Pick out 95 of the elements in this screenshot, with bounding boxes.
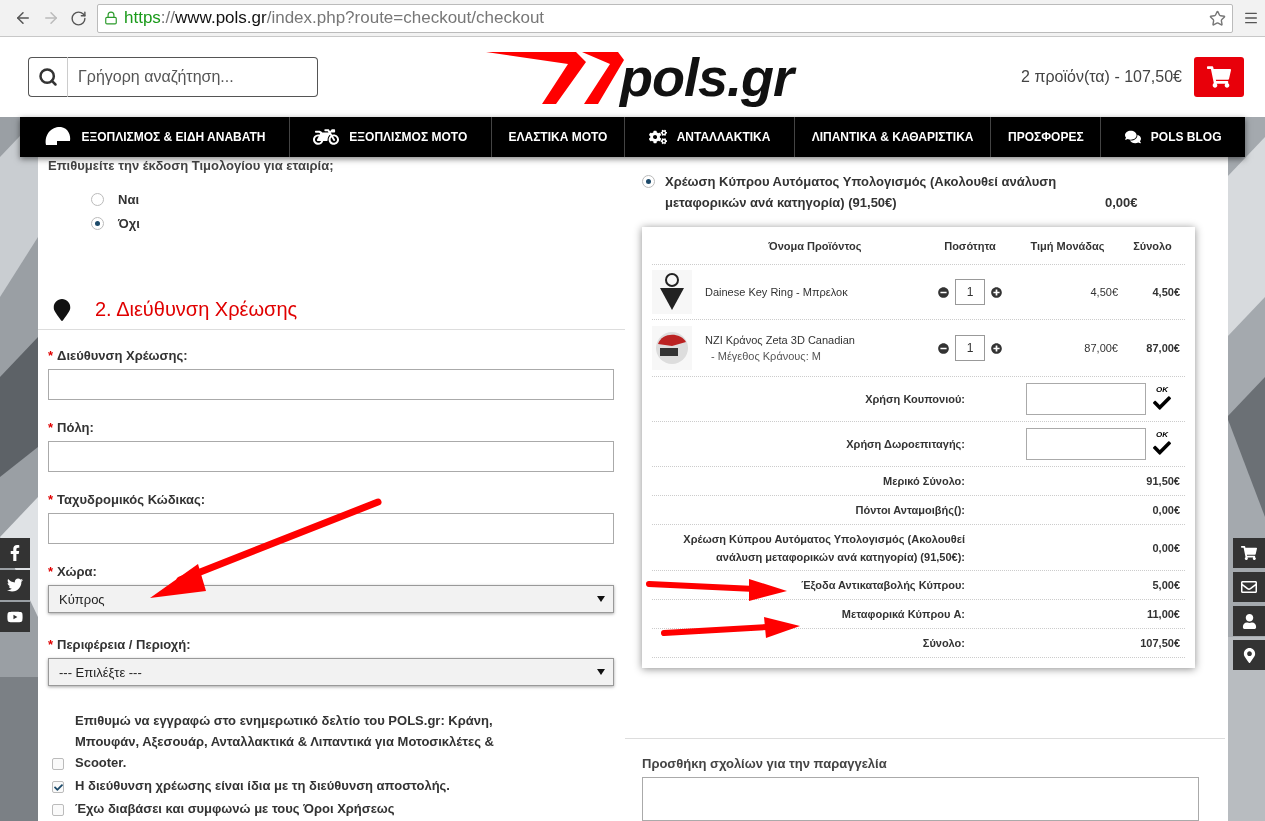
shipping-option-label: Χρέωση Κύπρου Αυτόματος Υπολογισμός (Ακολουθεί ανάλυση μεταφορικών ανά κατηγορία) (91,50€) (665, 173, 1058, 212)
menu-icon[interactable] (1243, 10, 1259, 26)
location-button[interactable] (1233, 640, 1265, 670)
comments-label: Προσθήκη σχολίων για την παραγγελία (642, 755, 888, 771)
envelope-icon (1241, 579, 1257, 595)
total-label: Πόντοι Ανταμοιβής(): (855, 503, 965, 518)
checkbox[interactable] (52, 804, 64, 817)
checkbox-label: Επιθυμώ να εγγραφώ στο ενημερωτικό δελτίο του POLS.gr: Κράνη, Μπουφάν, Αξεσουάρ, Ανταλλακτικά & Λιπαντικά για Μοτοσικλέτες & Scooter. (75, 712, 495, 773)
section-heading: 2. Διεύθυνση Χρέωσης (95, 298, 298, 322)
total-value: 11,00€ (1145, 608, 1181, 620)
check-icon (1153, 394, 1171, 412)
caret-icon (597, 596, 605, 603)
map-pin-icon (1241, 647, 1257, 663)
user-icon (1241, 613, 1257, 629)
reload-icon[interactable] (70, 9, 87, 27)
line-total: 87,00€ (1145, 342, 1181, 354)
radio-option[interactable]: Όχι (91, 211, 625, 236)
field-label: * Ταχυδρομικός Κώδικας: (48, 492, 207, 508)
cart-summary: 2 προϊόν(τα) - 107,50€ (1021, 68, 1182, 86)
column-header: Όνομα Προϊόντος (767, 239, 863, 252)
address-field[interactable]: https://www.pols.gr/index.php?route=checkout/checkout (97, 3, 1233, 33)
check-icon (53, 782, 63, 792)
total-value: 0,00€ (1151, 504, 1181, 516)
line-total: 4,50€ (1151, 286, 1181, 298)
select-field[interactable]: --- Επιλέξτε --- (48, 658, 614, 687)
radio-button[interactable] (642, 175, 655, 188)
voucher-label: Χρήση Δωροεπιταγής: (846, 437, 965, 452)
gears-icon (648, 128, 667, 146)
voucher-label: Χρήση Κουπονιού: (865, 392, 965, 407)
total-label: Σύνολο: (922, 636, 965, 651)
chat-icon (1124, 129, 1141, 145)
total-value: 5,00€ (1151, 579, 1181, 591)
field-label: * Διεύθυνση Χρέωσης: (48, 348, 189, 364)
product-option: - Μέγεθος Κράνους: M (711, 350, 925, 362)
radio-option[interactable]: Ναι (91, 187, 625, 212)
column-header: Τιμή Μονάδας (1029, 239, 1106, 252)
checkbox[interactable] (52, 781, 64, 794)
checkbox-label: Έχω διαβάσει και συμφωνώ με τους Όροι Χρήσεως (75, 800, 395, 819)
column-header: Ποσότητα (943, 239, 997, 252)
field-label: * Χώρα: (48, 564, 98, 580)
total-label: Μερικό Σύνολο: (883, 474, 965, 489)
minus-icon[interactable] (938, 286, 949, 298)
shipping-price: 0,00€ (1105, 194, 1138, 212)
total-label: Μεταφορικά Κύπρου A: (841, 607, 965, 622)
radio-button[interactable] (91, 216, 104, 230)
quantity-field[interactable]: 1 (955, 335, 985, 361)
minus-icon[interactable] (938, 342, 949, 354)
select-field[interactable]: Κύπρος (48, 585, 614, 614)
search-icon (38, 67, 58, 87)
total-value: 0,00€ (1151, 541, 1181, 554)
facebook-button[interactable] (0, 538, 30, 568)
lock-icon (104, 11, 118, 25)
product-name[interactable]: NZI Κράνος Zeta 3D Canadian (705, 334, 925, 346)
total-value: 107,50€ (1139, 637, 1181, 649)
quantity-field[interactable]: 1 (955, 279, 985, 305)
cart-button[interactable] (1233, 538, 1265, 568)
field-label: * Πόλη: (48, 420, 95, 436)
total-label: Έξοδα Αντικαταβολής Κύπρου: (801, 578, 965, 593)
user-button[interactable] (1233, 606, 1265, 636)
cart-icon (1241, 545, 1257, 561)
nav-item[interactable]: ΕΞΟΠΛΙΣΜΟΣ & ΕΙΔΗ ΑΝΑΒΑΤΗ (20, 117, 289, 157)
total-label: Χρέωση Κύπρου Αυτόματος Υπολογισμός (Ακολουθεί ανάλυση μεταφορικών ανά κατηγορία) (91,50€): (682, 531, 965, 565)
map-pin-icon (51, 298, 73, 321)
invoice-question: Επιθυμείτε την έκδοση Τιμολογίου για εταιρία; (48, 158, 335, 173)
bird-icon (7, 577, 23, 593)
caret-icon (597, 669, 605, 676)
input-field[interactable] (48, 369, 614, 401)
cart-icon (1207, 65, 1231, 89)
back-icon[interactable] (14, 9, 32, 27)
voucher-field[interactable] (1026, 383, 1146, 415)
product-name[interactable]: Dainese Key Ring - Μπρελοκ (705, 286, 925, 298)
search-button[interactable] (28, 57, 68, 97)
ok-button[interactable]: OK (1153, 386, 1171, 412)
twitter-button[interactable] (0, 570, 30, 600)
star-icon[interactable] (1209, 9, 1226, 27)
input-field[interactable] (48, 513, 614, 545)
field-label: * Περιφέρεια / Περιοχή: (48, 637, 192, 653)
play-icon (7, 609, 23, 625)
plus-icon[interactable] (991, 286, 1002, 298)
comments-field[interactable] (642, 776, 1199, 821)
plus-icon[interactable] (991, 342, 1002, 354)
column-header: Σύνολο (1132, 239, 1173, 252)
total-value: 91,50€ (1145, 475, 1181, 487)
unit-price: 4,50€ (1089, 286, 1119, 298)
input-field[interactable] (48, 441, 614, 473)
ok-button[interactable]: OK (1153, 431, 1171, 457)
checkbox[interactable] (52, 758, 64, 771)
unit-price: 87,00€ (1083, 342, 1119, 354)
radio-button[interactable] (91, 192, 104, 206)
search-field[interactable]: Γρήγορη αναζήτηση... (68, 57, 318, 97)
mail-button[interactable] (1233, 572, 1265, 602)
youtube-button[interactable] (0, 602, 30, 632)
voucher-field[interactable] (1026, 428, 1146, 460)
checkbox-label: Η διεύθυνση χρέωσης είναι ίδια με τη διεύθυνση αποστολής. (75, 777, 450, 796)
check-icon (1153, 439, 1171, 457)
